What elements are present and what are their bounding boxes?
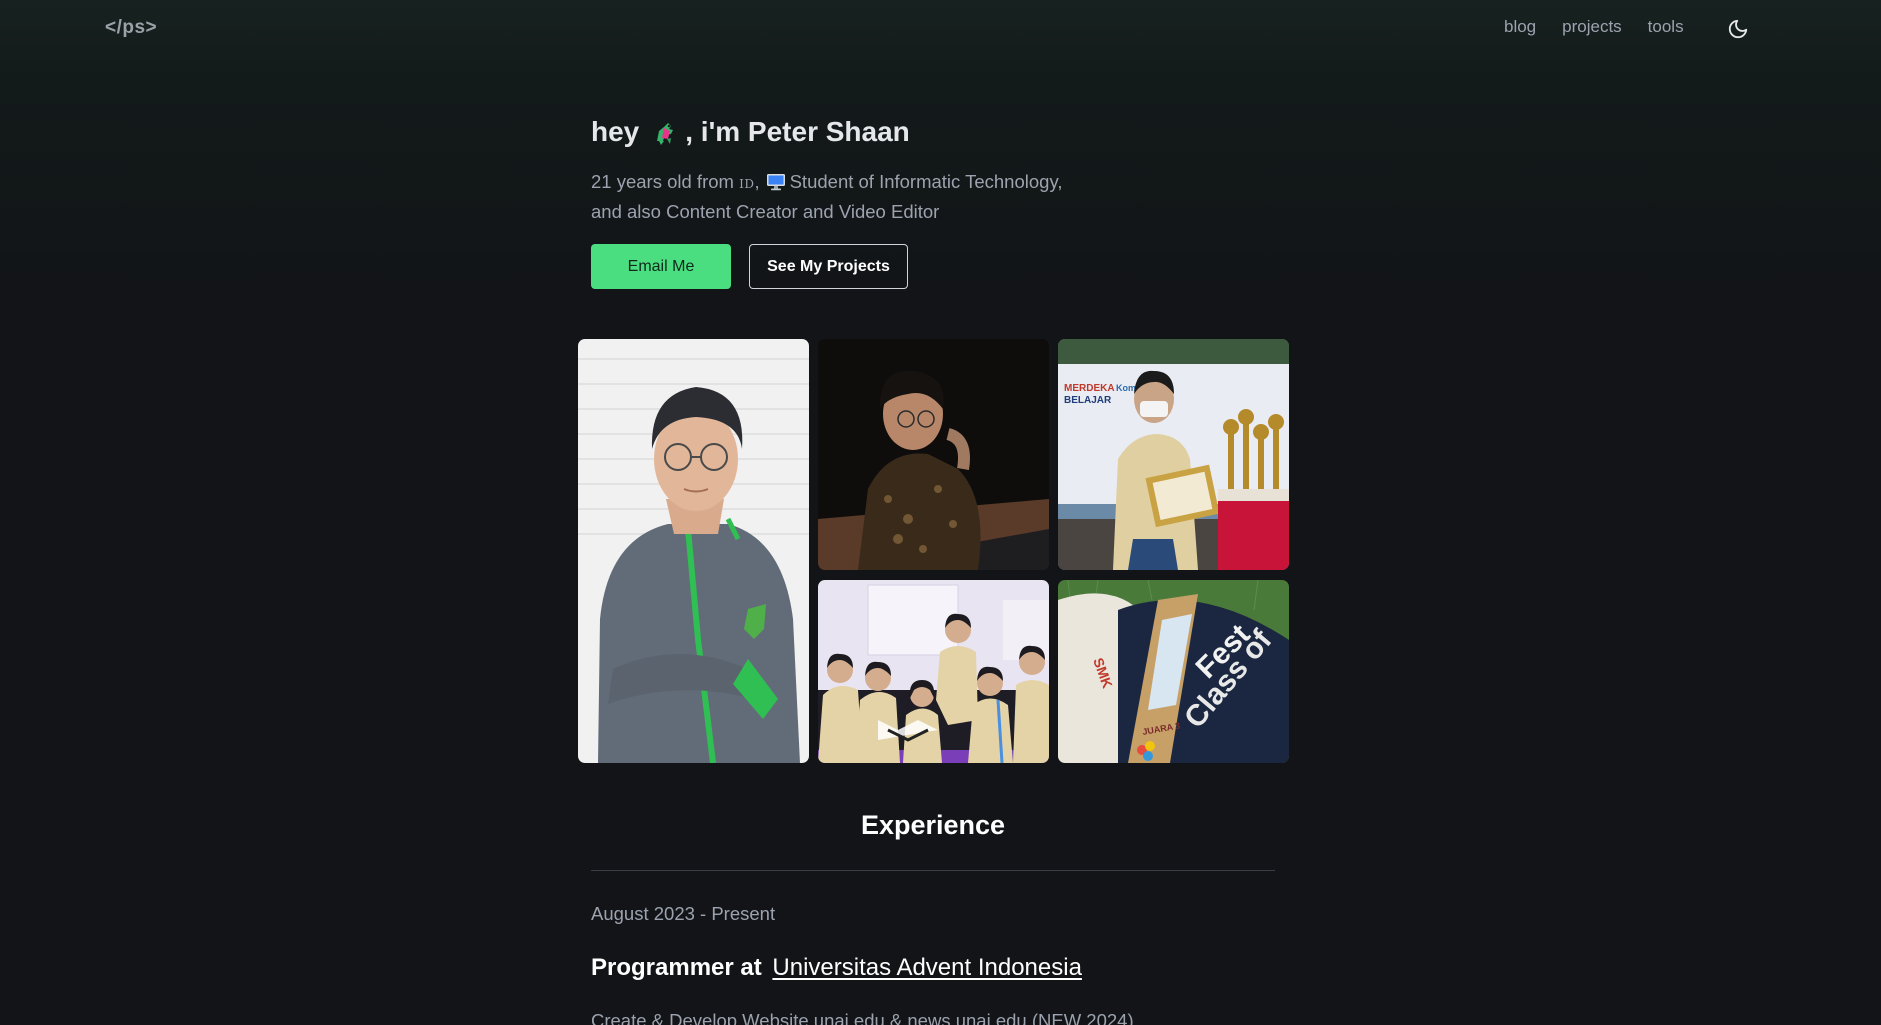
experience-date: August 2023 - Present	[591, 903, 776, 924]
greeting-suffix: , i'm Peter Shaan	[685, 116, 910, 147]
trophy-photo: Class of Fest JUARA 3 SMK	[1058, 580, 1289, 763]
nav-links: blog projects tools	[1504, 17, 1710, 37]
experience-description: Create & Develop Website unai.edu & news…	[591, 1010, 1134, 1025]
experience-role: Programmer at Universitas Advent Indones…	[591, 954, 1082, 982]
group-photo	[818, 580, 1049, 763]
portrait-photo	[578, 339, 809, 763]
photo-gallery: MERDEKA BELAJAR Kompetisi	[578, 339, 1289, 763]
experience-organization-link[interactable]: Universitas Advent Indonesia	[772, 954, 1082, 981]
desktop-computer-icon	[766, 174, 785, 191]
subtitle-comma: ,	[754, 171, 760, 192]
hero-heading: hey , i'm Peter Shaan	[591, 112, 1291, 152]
theme-toggle-button[interactable]	[1725, 16, 1751, 42]
hero-buttons: Email Me See My Projects	[591, 244, 1291, 289]
indonesia-flag-icon: ID	[739, 177, 755, 191]
dragon-emoji-icon	[657, 123, 674, 145]
svg-text:MERDEKA: MERDEKA	[1064, 383, 1115, 394]
laptop-work-photo	[818, 339, 1049, 570]
experience-role-title: Programmer at	[591, 954, 762, 981]
moon-icon	[1728, 19, 1748, 39]
experience-heading: Experience	[860, 810, 1006, 840]
award-certificate-photo: MERDEKA BELAJAR Kompetisi	[1058, 339, 1289, 570]
see-projects-button[interactable]: See My Projects	[749, 244, 908, 289]
top-navbar: </ps> blog projects tools	[0, 0, 1881, 56]
subtitle-age-text: 21 years old from	[591, 171, 734, 192]
hero-subtitle: 21 years old from ID, Student of Informa…	[591, 168, 1081, 225]
section-divider	[591, 870, 1275, 871]
greeting-prefix: hey	[591, 116, 640, 147]
nav-link-blog[interactable]: blog	[1504, 17, 1536, 37]
site-logo[interactable]: </ps>	[105, 17, 157, 39]
hero-section: hey , i'm Peter Shaan 21 years old from …	[591, 112, 1291, 289]
nav-link-tools[interactable]: tools	[1648, 17, 1684, 37]
nav-link-projects[interactable]: projects	[1562, 17, 1622, 37]
email-me-button[interactable]: Email Me	[591, 244, 731, 289]
svg-text:BELAJAR: BELAJAR	[1064, 395, 1112, 406]
